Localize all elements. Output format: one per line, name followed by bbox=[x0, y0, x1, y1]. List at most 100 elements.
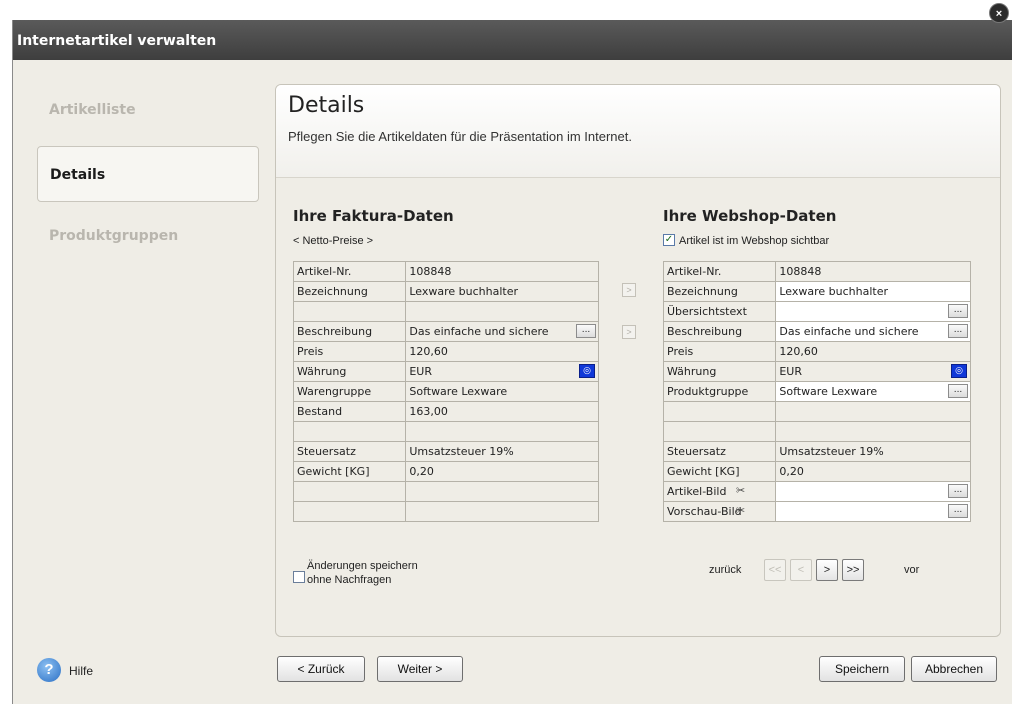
faktura-label-cell: Bezeichnung bbox=[292, 281, 407, 302]
faktura-row-gewicht-kg: Gewicht [KG] 0,20 bbox=[292, 461, 599, 482]
field-label: Beschreibung bbox=[667, 325, 743, 338]
faktura-label-cell bbox=[292, 421, 407, 442]
webshop-value-cell: 0,20 bbox=[775, 461, 971, 482]
field-label: Artikel-Nr. bbox=[667, 265, 722, 278]
field-value: 120,60 bbox=[779, 345, 818, 358]
netto-preise-note: < Netto-Preise > bbox=[293, 235, 374, 247]
globe-icon[interactable]: ◎ bbox=[951, 364, 967, 378]
webshop-row-beschreibung: Beschreibung Das einfache und sichere... bbox=[662, 321, 971, 342]
field-value: EUR bbox=[409, 365, 433, 378]
next-button[interactable]: Weiter > bbox=[377, 656, 463, 682]
field-label: Preis bbox=[667, 345, 694, 358]
field-value: 0,20 bbox=[409, 465, 434, 478]
faktura-row-preis: Preis 120,60 bbox=[292, 341, 599, 362]
webshop-row-artikel-bild: Artikel-Bild ✂... bbox=[662, 481, 971, 502]
webshop-label-cell: Beschreibung bbox=[662, 321, 777, 342]
field-label: Preis bbox=[297, 345, 324, 358]
webshop-label-cell bbox=[662, 421, 777, 442]
webshop-row-bezeichnung: Bezeichnung Lexware buchhalter bbox=[662, 281, 971, 302]
webshop-value-cell: 108848 bbox=[775, 261, 971, 282]
faktura-value-cell: EUR ◎ bbox=[405, 361, 599, 382]
cancel-button[interactable]: Abbrechen bbox=[911, 656, 997, 682]
webshop-visible-checkbox[interactable]: ✓ bbox=[663, 234, 675, 246]
ellipsis-button[interactable]: ... bbox=[948, 304, 968, 318]
faktura-label-cell: Beschreibung bbox=[292, 321, 407, 342]
faktura-title: Ihre Faktura-Daten bbox=[293, 207, 454, 225]
help-label[interactable]: Hilfe bbox=[69, 664, 93, 678]
sidebar-item-artikelliste[interactable]: Artikelliste bbox=[37, 82, 259, 138]
save-button[interactable]: Speichern bbox=[819, 656, 905, 682]
image-remove-icon[interactable]: ✂ bbox=[736, 484, 745, 497]
faktura-value-cell bbox=[405, 501, 599, 522]
faktura-value-cell: Software Lexware bbox=[405, 381, 599, 402]
copy-bezeichnung-button[interactable]: > bbox=[622, 283, 636, 297]
last-record-button[interactable]: >> bbox=[842, 559, 864, 581]
faktura-value-cell: 108848 bbox=[405, 261, 599, 282]
faktura-label-cell: Bestand bbox=[292, 401, 407, 422]
webshop-row-w-hrung: Währung EUR ◎ bbox=[662, 361, 971, 382]
webshop-value-cell[interactable]: Lexware buchhalter bbox=[775, 281, 971, 302]
webshop-value-cell[interactable]: ... bbox=[775, 301, 971, 322]
faktura-label-cell: Warengruppe bbox=[292, 381, 407, 402]
webshop-row-produktgruppe: Produktgruppe Software Lexware... bbox=[662, 381, 971, 402]
field-value: 163,00 bbox=[409, 405, 448, 418]
faktura-row-empty-12 bbox=[292, 501, 599, 522]
webshop-value-cell[interactable]: Software Lexware... bbox=[775, 381, 971, 402]
next-record-button[interactable]: > bbox=[816, 559, 838, 581]
webshop-row-bersichtstext: Übersichtstext... bbox=[662, 301, 971, 322]
field-value: Lexware buchhalter bbox=[409, 285, 519, 298]
field-value: Umsatzsteuer 19% bbox=[409, 445, 514, 458]
close-icon[interactable]: × bbox=[989, 3, 1009, 23]
webshop-label-cell: Bezeichnung bbox=[662, 281, 777, 302]
save-without-asking-label: Änderungen speichern ohne Nachfragen bbox=[307, 559, 418, 587]
faktura-row-empty-8 bbox=[292, 421, 599, 442]
save-without-asking-checkbox[interactable] bbox=[293, 571, 305, 583]
page-subtitle: Pflegen Sie die Artikeldaten für die Prä… bbox=[288, 129, 632, 144]
webshop-label-cell: Preis bbox=[662, 341, 777, 362]
ellipsis-button[interactable]: ... bbox=[948, 484, 968, 498]
ellipsis-button[interactable]: ... bbox=[948, 324, 968, 338]
field-label: Bestand bbox=[297, 405, 343, 418]
field-value: Das einfache und sichere bbox=[779, 325, 919, 338]
webshop-value-cell[interactable]: ... bbox=[775, 501, 971, 522]
field-value: 108848 bbox=[409, 265, 452, 278]
ellipsis-button[interactable]: ... bbox=[576, 324, 596, 338]
sidebar-item-details[interactable]: Details bbox=[37, 146, 259, 202]
field-label: Steuersatz bbox=[297, 445, 356, 458]
help-icon[interactable]: ? bbox=[37, 658, 61, 682]
back-button[interactable]: < Zurück bbox=[277, 656, 365, 682]
field-value: 108848 bbox=[779, 265, 822, 278]
sidebar-item-produktgruppen[interactable]: Produktgruppen bbox=[37, 208, 259, 264]
webshop-label-cell: Währung bbox=[662, 361, 777, 382]
webshop-label-cell: Steuersatz bbox=[662, 441, 777, 462]
webshop-label-cell: Produktgruppe bbox=[662, 381, 777, 402]
faktura-value-cell: Das einfache und sichere... bbox=[405, 321, 599, 342]
faktura-label-cell bbox=[292, 481, 407, 502]
field-label: Währung bbox=[667, 365, 717, 378]
webshop-row-preis: Preis 120,60 bbox=[662, 341, 971, 362]
title-bar: Internetartikel verwalten bbox=[13, 20, 1012, 60]
image-remove-icon[interactable]: ✂ bbox=[736, 504, 745, 517]
copy-beschreibung-button[interactable]: > bbox=[622, 325, 636, 339]
webshop-row-gewicht-kg: Gewicht [KG] 0,20 bbox=[662, 461, 971, 482]
field-label: Artikel-Nr. bbox=[297, 265, 352, 278]
ellipsis-button[interactable]: ... bbox=[948, 504, 968, 518]
previous-record-button[interactable]: < bbox=[790, 559, 812, 581]
webshop-value-cell[interactable]: ... bbox=[775, 481, 971, 502]
faktura-label-cell: Artikel-Nr. bbox=[292, 261, 407, 282]
webshop-row-empty-7 bbox=[662, 401, 971, 422]
first-record-button[interactable]: << bbox=[764, 559, 786, 581]
webshop-label-cell: Artikel-Bild ✂ bbox=[662, 481, 777, 502]
globe-icon[interactable]: ◎ bbox=[579, 364, 595, 378]
faktura-value-cell: Lexware buchhalter bbox=[405, 281, 599, 302]
webshop-value-cell bbox=[775, 421, 971, 442]
page-title: Details bbox=[288, 93, 365, 118]
field-label: Bezeichnung bbox=[667, 285, 738, 298]
faktura-value-cell bbox=[405, 301, 599, 322]
field-label: Vorschau-Bild bbox=[667, 505, 742, 518]
field-value: 0,20 bbox=[779, 465, 804, 478]
webshop-visible-label: Artikel ist im Webshop sichtbar bbox=[679, 235, 830, 247]
webshop-value-cell[interactable]: Das einfache und sichere... bbox=[775, 321, 971, 342]
save-option-line1: Änderungen speichern bbox=[307, 560, 418, 572]
ellipsis-button[interactable]: ... bbox=[948, 384, 968, 398]
